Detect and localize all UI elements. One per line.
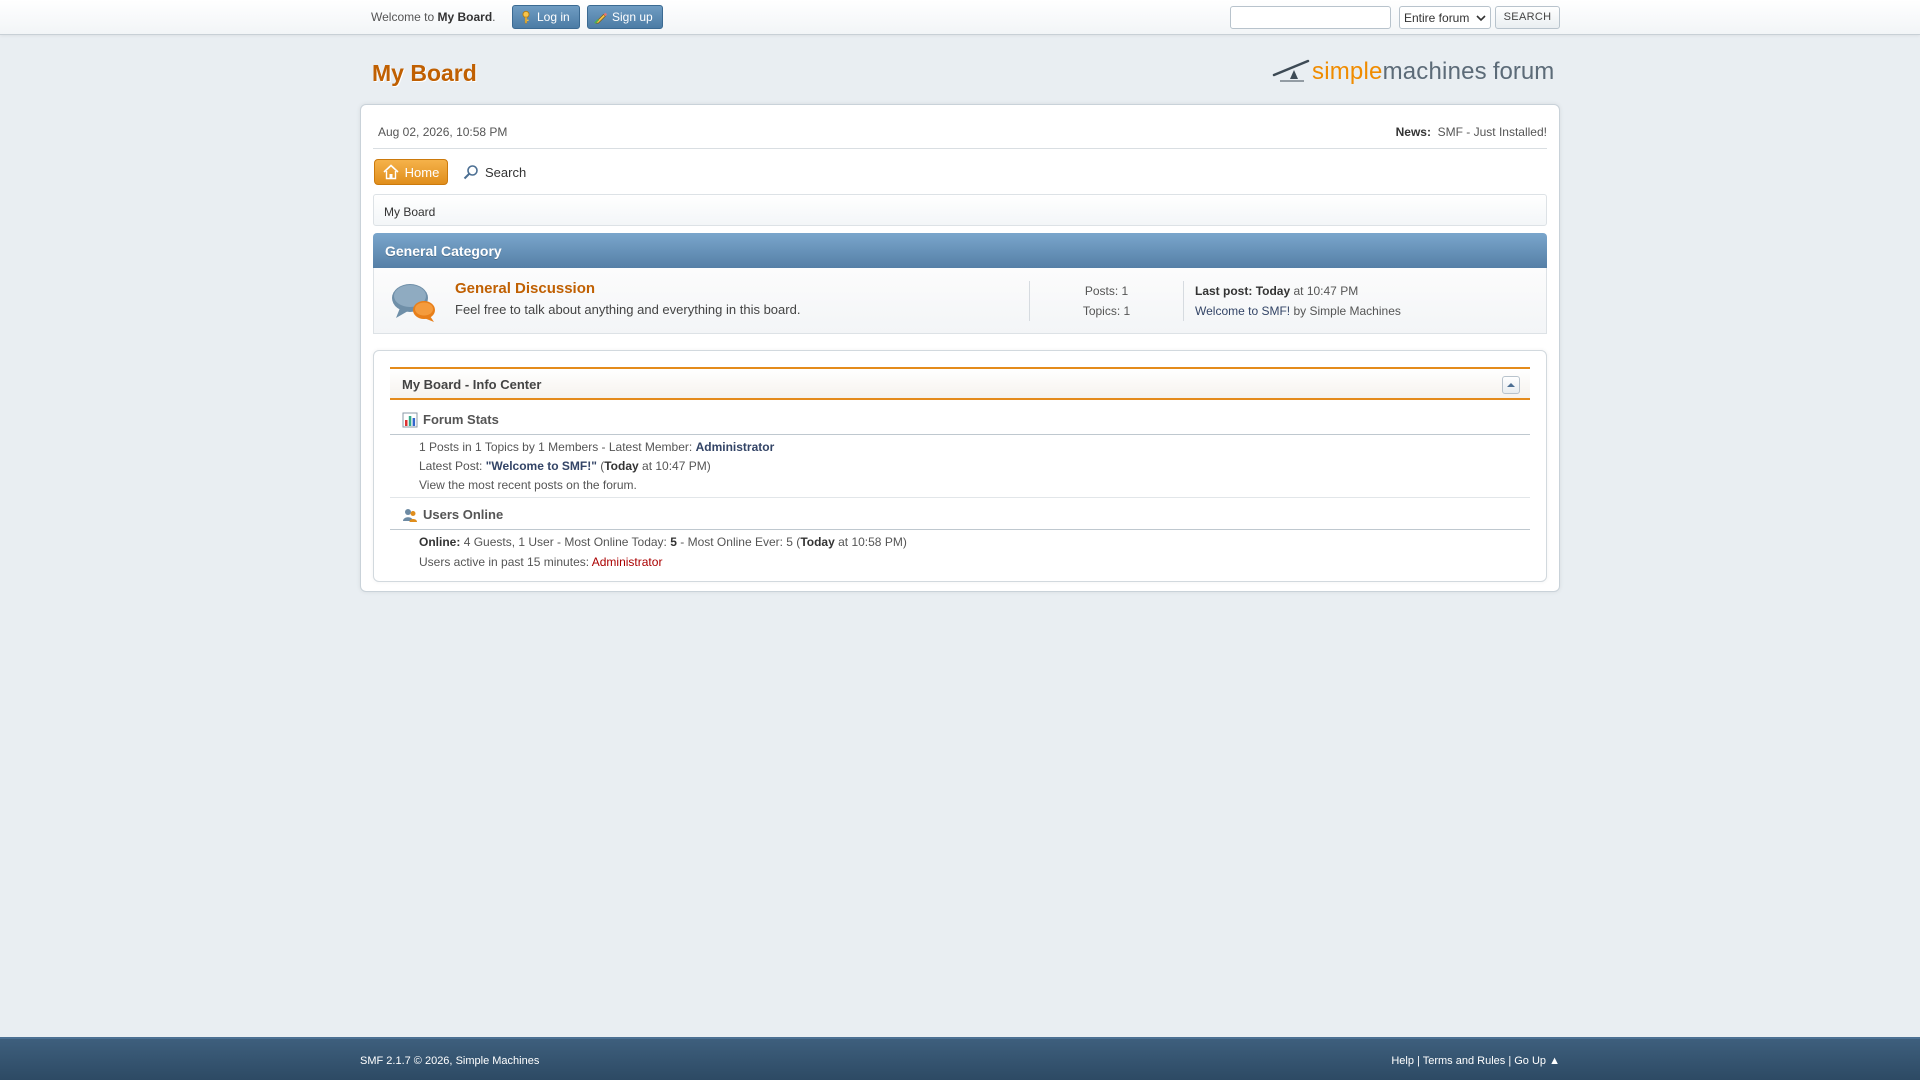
top-bar: Welcome to My Board. Log in Sign up Enti… xyxy=(0,0,1920,35)
forum-title[interactable]: My Board xyxy=(372,60,477,87)
upper-section: Aug 02, 2026, 10:58 PM News: SMF - Just … xyxy=(373,113,1547,149)
home-icon xyxy=(383,164,399,180)
welcome-board-name: My Board xyxy=(437,10,493,24)
stats-line-latest-post: Latest Post: "Welcome to SMF!" (Today at… xyxy=(419,459,711,473)
logo-machines: machines xyxy=(1382,58,1487,85)
signup-label: Sign up xyxy=(612,10,653,24)
footer-terms-link[interactable]: Terms and Rules xyxy=(1423,1055,1506,1067)
footer-separator: | xyxy=(1417,1055,1420,1067)
board-last-post: Last post: Today at 10:47 PM Welcome to … xyxy=(1195,281,1401,321)
online-text: 4 Guests, 1 User - Most Online Today: xyxy=(463,535,667,549)
menu-search-button[interactable]: Search xyxy=(463,161,526,183)
users-online-title: Users Online xyxy=(423,507,504,522)
active-user-link[interactable]: Administrator xyxy=(592,555,663,569)
latest-post-day: Today xyxy=(604,459,639,473)
online-ever-day: Today xyxy=(800,535,835,549)
footer-simple-machines-link[interactable]: Simple Machines xyxy=(456,1055,540,1067)
info-center-title: My Board - Info Center xyxy=(402,377,542,392)
last-post-label: Last post: xyxy=(1195,284,1253,298)
stats-line-recent: View the most recent posts on the forum. xyxy=(419,478,637,492)
footer-copyright: SMF 2.1.7 © 2026, Simple Machines xyxy=(360,1055,539,1067)
category-header[interactable]: General Category xyxy=(373,233,1547,268)
info-center-header: My Board - Info Center xyxy=(390,367,1530,400)
search-scope-select[interactable]: Entire forum xyxy=(1399,6,1491,29)
menu-home-button[interactable]: Home xyxy=(374,159,448,185)
welcome-text: Welcome to My Board. xyxy=(371,10,496,24)
main-wrapper: Aug 02, 2026, 10:58 PM News: SMF - Just … xyxy=(360,104,1560,592)
last-post-author: by Simple Machines xyxy=(1293,304,1401,318)
last-post-time: at 10:47 PM xyxy=(1293,284,1359,298)
active-users-line: Users active in past 15 minutes: Adminis… xyxy=(419,555,662,569)
online-line: Online: 4 Guests, 1 User - Most Online T… xyxy=(419,535,907,549)
latest-post-link[interactable]: "Welcome to SMF!" xyxy=(486,459,597,473)
board-link-general-discussion[interactable]: General Discussion xyxy=(455,280,595,297)
stats-totals-text: 1 Posts in 1 Topics by 1 Members - Lates… xyxy=(419,440,693,454)
board-chat-icon xyxy=(392,284,435,322)
collapse-button[interactable] xyxy=(1502,376,1520,394)
online-today-count: 5 xyxy=(670,535,677,549)
recent-posts-link[interactable]: View the most recent posts on the forum. xyxy=(419,478,637,492)
board-description: Feel free to talk about anything and eve… xyxy=(455,302,801,317)
collapse-up-icon xyxy=(1507,383,1515,387)
last-post-day: Today xyxy=(1255,284,1291,298)
logo-forum: forum xyxy=(1492,58,1555,85)
breadcrumb: My Board xyxy=(373,194,1547,226)
board-posts-count: Posts: 1 xyxy=(1084,284,1129,298)
login-button[interactable]: Log in xyxy=(512,5,580,29)
smf-logo-icon xyxy=(1272,59,1310,82)
login-label: Log in xyxy=(537,10,570,24)
key-icon xyxy=(522,10,530,24)
chevron-down-icon xyxy=(1476,14,1486,21)
board-stats: Posts: 1 Topics: 1 xyxy=(1029,281,1184,321)
footer-separator: | xyxy=(1508,1055,1512,1067)
search-input[interactable] xyxy=(1230,6,1391,29)
board-row: General Discussion Feel free to talk abo… xyxy=(373,268,1547,334)
news-label: News: xyxy=(1395,125,1431,139)
stats-line-totals: 1 Posts in 1 Topics by 1 Members - Lates… xyxy=(419,440,774,454)
news-line: News: SMF - Just Installed! xyxy=(1396,125,1547,139)
footer-links: Help | Terms and Rules | Go Up ▲ xyxy=(1391,1055,1560,1067)
footer-go-up-link[interactable]: Go Up ▲ xyxy=(1514,1055,1560,1067)
users-icon xyxy=(403,508,417,522)
welcome-suffix: . xyxy=(492,10,496,24)
current-date: Aug 02, 2026, 10:58 PM xyxy=(378,125,508,139)
info-center: My Board - Info Center Forum Stats 1 Pos… xyxy=(373,350,1547,582)
logo-simple: simple xyxy=(1312,58,1383,85)
smf-logo[interactable]: simple machines forum xyxy=(1272,57,1554,87)
forum-stats-header: Forum Stats xyxy=(390,405,1530,435)
news-text: SMF - Just Installed! xyxy=(1437,125,1547,139)
stats-chart-icon xyxy=(402,412,418,427)
footer-help-link[interactable]: Help xyxy=(1391,1055,1414,1067)
pencil-icon xyxy=(594,12,608,24)
forum-stats-title: Forum Stats xyxy=(423,412,499,427)
last-post-topic-link[interactable]: Welcome to SMF! xyxy=(1195,304,1290,318)
latest-member-link[interactable]: Administrator xyxy=(696,440,775,454)
welcome-prefix: Welcome to xyxy=(371,10,435,24)
active-users-text: Users active in past 15 minutes: xyxy=(419,555,590,569)
search-scope-value: Entire forum xyxy=(1404,10,1470,25)
board-topics-count: Topics: 1 xyxy=(1082,304,1131,318)
online-ever-time: at 10:58 PM) xyxy=(838,535,907,549)
menu-home-label: Home xyxy=(404,164,440,180)
footer: SMF 2.1.7 © 2026, Simple Machines Help |… xyxy=(0,1037,1920,1080)
info-separator xyxy=(390,497,1530,498)
online-ever-text: - Most Online Ever: 5 ( xyxy=(680,535,801,549)
latest-post-time: at 10:47 PM) xyxy=(642,459,711,473)
breadcrumb-item[interactable]: My Board xyxy=(384,205,435,219)
online-label: Online: xyxy=(419,535,461,549)
search-icon xyxy=(463,165,478,180)
menu-search-label: Search xyxy=(485,164,527,180)
signup-button[interactable]: Sign up xyxy=(587,5,663,29)
search-button[interactable]: SEARCH xyxy=(1495,6,1560,29)
footer-smf-version-link[interactable]: SMF 2.1.7 © 2026, xyxy=(360,1055,453,1067)
latest-post-label: Latest Post: xyxy=(419,459,483,473)
users-online-header: Users Online xyxy=(390,500,1530,530)
